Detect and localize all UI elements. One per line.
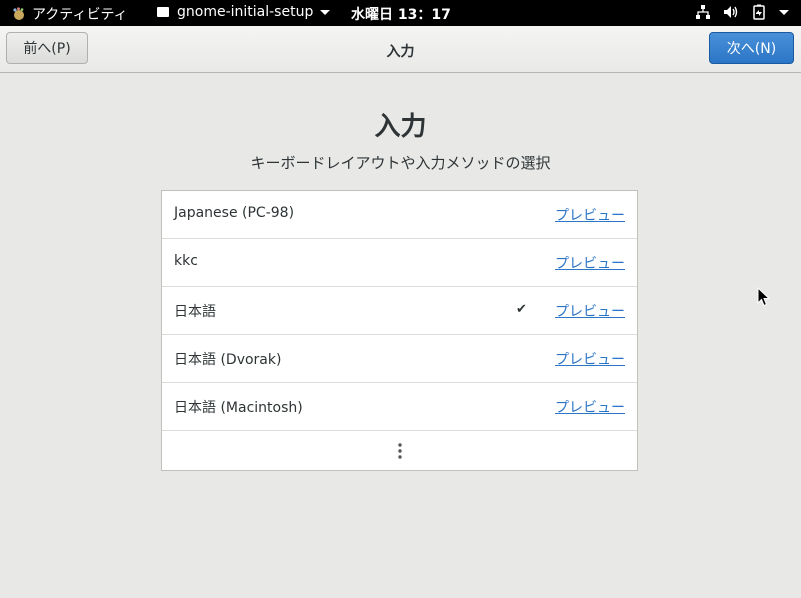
app-menu-label: gnome-initial-setup [177, 4, 314, 20]
more-vertical-icon [398, 443, 402, 459]
list-item[interactable]: 日本語 (Dvorak) プレビュー [162, 335, 637, 383]
activities-button[interactable]: アクティビティ [12, 4, 128, 24]
input-source-name: 日本語 (Dvorak) [174, 352, 282, 368]
top-bar: アクティビティ gnome-initial-setup 水曜日 13：17 [0, 0, 801, 26]
page-title: 入力 [374, 112, 427, 142]
network-icon [696, 5, 710, 19]
mouse-pointer-icon [757, 287, 771, 307]
input-source-name: kkc [174, 253, 198, 269]
list-item[interactable]: Japanese (PC-98) プレビュー [162, 191, 637, 239]
header-title: 入力 [386, 44, 415, 60]
input-source-name: 日本語 (Macintosh) [174, 400, 303, 416]
system-menu[interactable] [695, 4, 789, 20]
header-bar: 前へ(P) 入力 次へ(N) [0, 26, 801, 73]
battery-icon [753, 4, 765, 20]
chevron-down-icon [320, 9, 331, 15]
list-item[interactable]: 日本語 (Macintosh) プレビュー [162, 383, 637, 431]
input-source-name: Japanese (PC-98) [174, 205, 295, 221]
activities-label: アクティビティ [32, 7, 128, 23]
preview-link[interactable]: プレビュー [555, 253, 625, 273]
input-source-name: 日本語 [174, 304, 216, 320]
input-source-list: Japanese (PC-98) プレビュー kkc プレビュー 日本語 ✔ プ… [161, 190, 638, 471]
next-button[interactable]: 次へ(N) [709, 32, 794, 64]
checkmark-icon: ✔ [516, 302, 527, 317]
list-item[interactable]: 日本語 ✔ プレビュー [162, 287, 637, 335]
window-icon [157, 7, 169, 17]
list-item[interactable]: kkc プレビュー [162, 239, 637, 287]
chevron-down-icon [779, 9, 789, 15]
page-subtitle: キーボードレイアウトや入力メソッドの選択 [250, 154, 551, 172]
preview-link[interactable]: プレビュー [555, 205, 625, 225]
volume-icon [724, 6, 738, 18]
app-menu[interactable]: gnome-initial-setup [157, 4, 331, 20]
preview-link[interactable]: プレビュー [555, 349, 625, 369]
preview-link[interactable]: プレビュー [555, 397, 625, 417]
gnome-foot-icon [13, 7, 24, 20]
preview-link[interactable]: プレビュー [555, 301, 625, 321]
clock[interactable]: 水曜日 13：17 [351, 4, 451, 24]
show-more-row[interactable] [162, 431, 637, 471]
